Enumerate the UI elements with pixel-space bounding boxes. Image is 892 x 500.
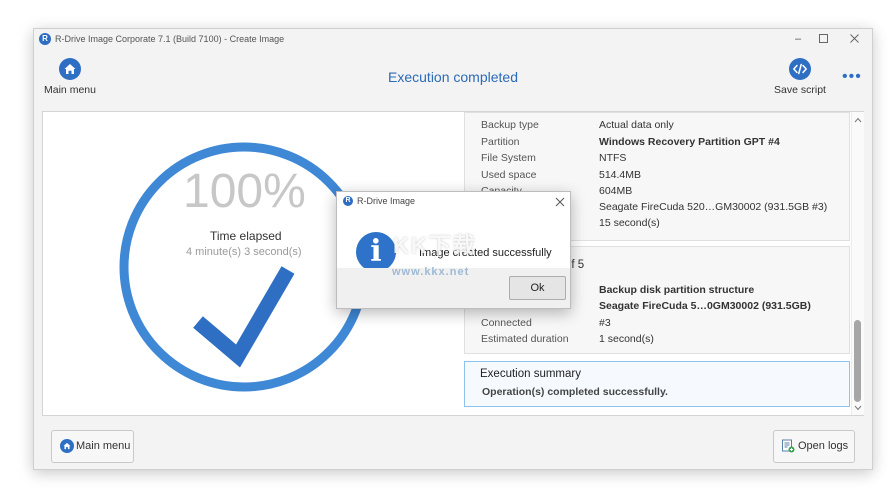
execution-summary: Execution summary Operation(s) completed… [464,361,850,407]
clipped-row [465,105,849,119]
bottom-main-menu-label: Main menu [76,440,131,452]
maximize-icon[interactable] [809,30,837,48]
time-elapsed-label: Time elapsed [210,229,282,243]
ok-button[interactable]: Ok [509,276,566,300]
page-title: Execution completed [388,69,518,85]
bottom-main-menu-button[interactable]: Main menu [51,430,134,463]
log-file-icon [782,439,795,453]
home-icon [60,439,74,453]
vertical-scrollbar[interactable] [851,112,864,415]
code-icon [789,58,811,80]
main-menu-label: Main menu [44,84,96,96]
more-options-icon[interactable]: ••• [842,68,862,86]
time-elapsed-value: 4 minute(s) 3 second(s) [186,246,302,258]
save-script-button[interactable]: Save script [770,58,830,96]
checkmark-icon [193,266,295,368]
scroll-up-icon[interactable] [852,114,864,126]
dialog-title: R-Drive Image [357,196,416,206]
r-drive-app-icon: R [39,33,51,45]
open-logs-button[interactable]: Open logs [773,430,855,463]
progress-percent: 100% [183,165,306,218]
watermark-brand: KK下载 [393,233,477,258]
dialog-app-icon: R [343,196,353,206]
progress-ring [119,142,369,392]
scroll-down-icon[interactable] [852,402,864,414]
toolbar: Main menu Execution completed Save scrip… [34,49,872,111]
watermark-url: www.kkx.net [392,266,470,278]
info-icon: i [356,232,396,272]
window-title: R-Drive Image Corporate 7.1 (Build 7100)… [55,34,285,44]
save-script-label: Save script [774,84,826,96]
scroll-thumb[interactable] [854,320,861,402]
dialog-close-icon[interactable] [555,197,565,207]
summary-text: Operation(s) completed successfully. [482,386,668,398]
open-logs-label: Open logs [798,440,849,452]
minimize-icon[interactable]: – [784,30,812,48]
close-window-icon[interactable] [840,30,868,48]
summary-title: Execution summary [480,368,581,380]
title-bar: R R-Drive Image Corporate 7.1 (Build 710… [34,29,872,49]
